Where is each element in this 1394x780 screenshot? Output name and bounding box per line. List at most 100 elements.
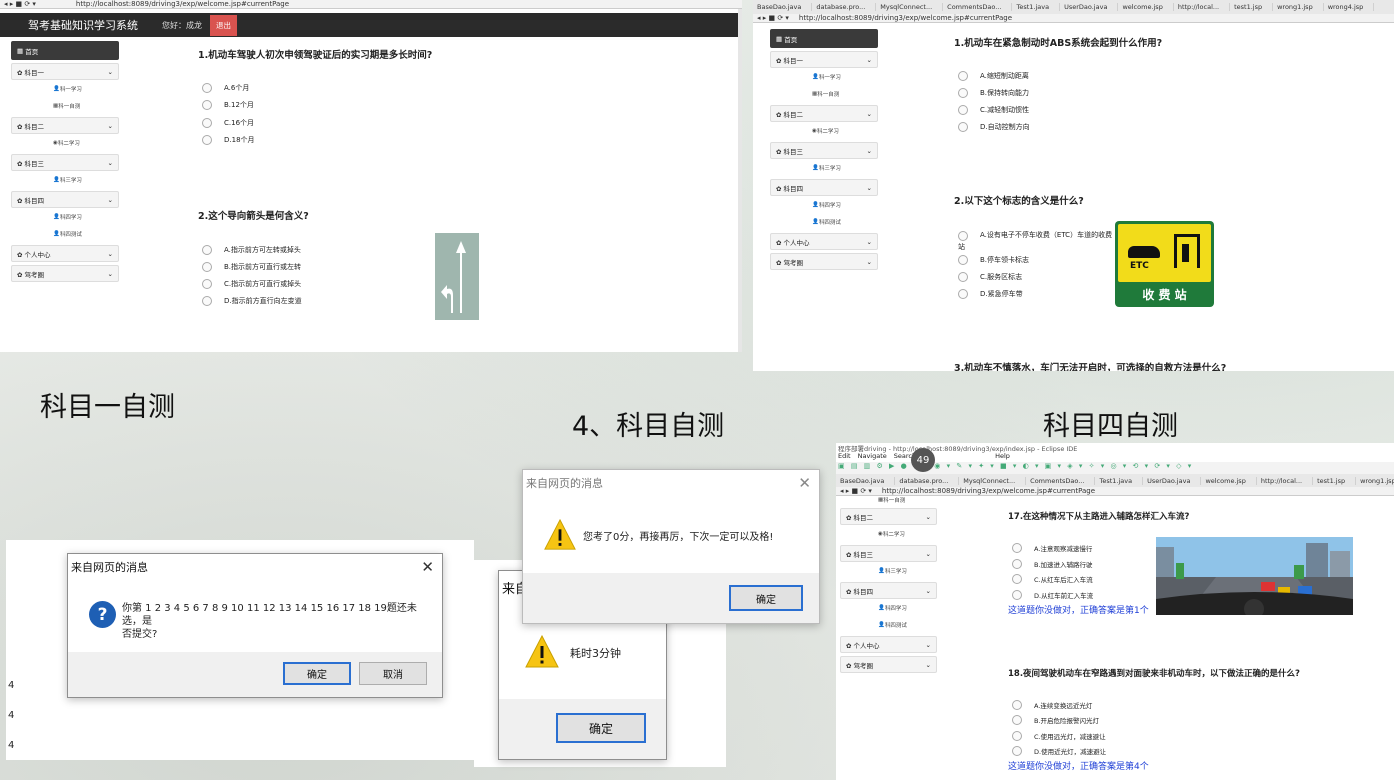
option-2a[interactable]: A.设有电子不停车收费（ETC）车道的收费站 bbox=[958, 229, 1114, 253]
editor-tab[interactable]: CommentsDao... bbox=[1026, 476, 1096, 485]
option-2d[interactable]: D.指示前方直行向左变道 bbox=[202, 296, 302, 306]
option-18d[interactable]: D.使用近光灯，减速避让 bbox=[1012, 746, 1106, 756]
sidebar-item-subject3-study[interactable]: 👤 科三学习 bbox=[840, 562, 937, 579]
editor-tab[interactable]: wrong4.jsp bbox=[1324, 3, 1375, 11]
sidebar-group-subject4[interactable]: ✿ 科目四 ⌄ bbox=[840, 582, 937, 599]
editor-tab[interactable]: http://local... bbox=[1257, 476, 1314, 485]
radio-button[interactable] bbox=[202, 118, 212, 128]
radio-button[interactable] bbox=[1012, 543, 1022, 553]
close-icon[interactable]: ✕ bbox=[798, 474, 811, 492]
sidebar-group-subject3[interactable]: ✿ 科目三 ⌄ bbox=[770, 142, 878, 159]
option-1b[interactable]: B.12个月 bbox=[202, 100, 254, 110]
option-2b[interactable]: B.指示前方可直行或左转 bbox=[202, 262, 301, 272]
editor-tab[interactable]: CommentsDao... bbox=[943, 3, 1013, 11]
option-1d[interactable]: D.18个月 bbox=[202, 135, 255, 145]
editor-tab[interactable]: MysqlConnect... bbox=[876, 3, 944, 11]
radio-button[interactable] bbox=[958, 88, 968, 98]
address-bar[interactable]: ◂ ▸ ■ ⟳ ▾ http://localhost:8089/driving3… bbox=[0, 0, 742, 9]
radio-button[interactable] bbox=[202, 100, 212, 110]
sidebar-group-personal[interactable]: ✿ 个人中心 ⌄ bbox=[840, 636, 937, 653]
radio-button[interactable] bbox=[1012, 559, 1022, 569]
sidebar-group-subject4[interactable]: ✿ 科目四 ⌄ bbox=[11, 191, 119, 208]
ok-button[interactable]: 确定 bbox=[729, 585, 803, 611]
sidebar-group-subject4[interactable]: ✿ 科目四 ⌄ bbox=[770, 179, 878, 196]
editor-tab[interactable]: http://local... bbox=[1174, 3, 1231, 11]
radio-button[interactable] bbox=[958, 71, 968, 81]
editor-tab[interactable]: test1.jsp bbox=[1313, 476, 1357, 485]
sidebar-item-subject4-study[interactable]: 👤 科四学习 bbox=[770, 196, 878, 213]
option-1c[interactable]: C.减轻制动惯性 bbox=[958, 105, 1029, 115]
address-bar[interactable]: ◂ ▸ ■ ⟳ ▾ http://localhost:8089/driving3… bbox=[753, 14, 1394, 23]
option-17a[interactable]: A.注意观察减速慢行 bbox=[1012, 543, 1092, 553]
option-17d[interactable]: D.从红车前汇入车流 bbox=[1012, 590, 1093, 600]
option-2a[interactable]: A.指示前方可左转或掉头 bbox=[202, 245, 301, 255]
sidebar-item-subject2-study[interactable]: ◉ 科二学习 bbox=[840, 525, 937, 542]
editor-tab[interactable]: database.pro... bbox=[812, 3, 877, 11]
editor-tab[interactable]: wrong1.jsp bbox=[1356, 477, 1394, 485]
radio-button[interactable] bbox=[1012, 700, 1022, 710]
editor-tab[interactable]: Test1.java bbox=[1012, 3, 1061, 11]
sidebar-item-subject4-test[interactable]: 👤 科四测试 bbox=[11, 225, 119, 242]
sidebar-item-subject4-test[interactable]: 👤 科四测试 bbox=[840, 616, 937, 633]
option-1c[interactable]: C.16个月 bbox=[202, 118, 254, 128]
sidebar-item-subject1-test[interactable]: ▦ 科一自测 bbox=[11, 97, 119, 114]
nav-icons[interactable]: ◂ ▸ ■ ⟳ ▾ bbox=[4, 0, 36, 8]
menu-item-navigate[interactable]: Navigate bbox=[858, 452, 887, 462]
sidebar-item-home[interactable]: ▦ 首页 bbox=[11, 41, 119, 60]
option-18a[interactable]: A.连续变换远近光灯 bbox=[1012, 700, 1092, 710]
radio-button[interactable] bbox=[202, 279, 212, 289]
option-2d[interactable]: D.紧急停车带 bbox=[958, 289, 1023, 299]
option-1d[interactable]: D.自动控制方向 bbox=[958, 122, 1030, 132]
radio-button[interactable] bbox=[202, 245, 212, 255]
radio-button[interactable] bbox=[202, 262, 212, 272]
option-1a[interactable]: A.缩短制动距离 bbox=[958, 71, 1029, 81]
editor-tab[interactable]: database.pro... bbox=[895, 476, 960, 485]
sidebar-item-subject3-study[interactable]: 👤 科三学习 bbox=[11, 171, 119, 188]
sidebar-group-subject2[interactable]: ✿ 科目二 ⌄ bbox=[770, 105, 878, 122]
sidebar-item-subject1-study[interactable]: 👤 科一学习 bbox=[770, 68, 878, 85]
ok-button[interactable]: 确定 bbox=[556, 713, 646, 743]
sidebar-group-circle[interactable]: ✿ 驾考圈 ⌄ bbox=[11, 265, 119, 282]
editor-tab[interactable]: MysqlConnect... bbox=[959, 476, 1027, 485]
sidebar-group-subject3[interactable]: ✿ 科目三 ⌄ bbox=[11, 154, 119, 171]
sidebar-item-subject4-study[interactable]: 👤 科四学习 bbox=[840, 599, 937, 616]
sidebar-group-subject2[interactable]: ✿ 科目二 ⌄ bbox=[840, 508, 937, 525]
radio-button[interactable] bbox=[958, 289, 968, 299]
editor-tab[interactable]: welcome.jsp bbox=[1118, 3, 1174, 11]
option-2c[interactable]: C.服务区标志 bbox=[958, 272, 1022, 282]
sidebar-item-subject4-test[interactable]: 👤 科四测试 bbox=[770, 213, 878, 230]
sidebar-group-circle[interactable]: ✿ 驾考圈 ⌄ bbox=[840, 656, 937, 673]
cancel-button[interactable]: 取消 bbox=[359, 662, 427, 685]
option-2b[interactable]: B.停车领卡标志 bbox=[958, 255, 1029, 265]
sidebar-group-subject2[interactable]: ✿ 科目二 ⌄ bbox=[11, 117, 119, 134]
editor-tab[interactable]: UserDao.java bbox=[1143, 476, 1202, 485]
editor-tab[interactable]: test1.jsp bbox=[1230, 3, 1274, 11]
editor-tab[interactable]: BaseDao.java bbox=[753, 3, 813, 11]
editor-tab[interactable]: welcome.jsp bbox=[1201, 476, 1257, 485]
sidebar-item-subject4-study[interactable]: 👤 科四学习 bbox=[11, 208, 119, 225]
close-icon[interactable]: ✕ bbox=[421, 558, 434, 576]
sidebar-item-subject2-study[interactable]: ◉ 科二学习 bbox=[11, 134, 119, 151]
ok-button[interactable]: 确定 bbox=[283, 662, 351, 685]
radio-button[interactable] bbox=[202, 135, 212, 145]
editor-tab[interactable]: Test1.java bbox=[1095, 476, 1144, 485]
sidebar-item-subject1-test[interactable]: ▦ 科一自测 bbox=[770, 85, 878, 102]
radio-button[interactable] bbox=[958, 122, 968, 132]
url-text[interactable]: http://localhost:8089/driving3/exp/welco… bbox=[882, 487, 1095, 495]
sidebar-group-subject1[interactable]: ✿ 科目一 ⌄ bbox=[770, 51, 878, 68]
radio-button[interactable] bbox=[1012, 590, 1022, 600]
sidebar-group-subject3[interactable]: ✿ 科目三 ⌄ bbox=[840, 545, 937, 562]
editor-tab[interactable]: wrong1.jsp bbox=[1273, 3, 1324, 11]
menu-item-help[interactable]: Help bbox=[995, 452, 1010, 462]
option-17c[interactable]: C.从红车后汇入车流 bbox=[1012, 574, 1093, 584]
url-text[interactable]: http://localhost:8089/driving3/exp/welco… bbox=[76, 0, 289, 8]
sidebar-item-subject2-study[interactable]: ◉ 科二学习 bbox=[770, 122, 878, 139]
option-1a[interactable]: A.6个月 bbox=[202, 83, 249, 93]
nav-icons[interactable]: ◂ ▸ ■ ⟳ ▾ bbox=[840, 487, 872, 495]
sidebar-group-circle[interactable]: ✿ 驾考圈 ⌄ bbox=[770, 253, 878, 270]
sidebar-item-subject1-study[interactable]: 👤 科一学习 bbox=[11, 80, 119, 97]
sidebar-group-personal[interactable]: ✿ 个人中心 ⌄ bbox=[11, 245, 119, 262]
editor-tab[interactable]: BaseDao.java bbox=[836, 476, 896, 485]
radio-button[interactable] bbox=[958, 105, 968, 115]
logout-button[interactable]: 退出 bbox=[210, 14, 237, 36]
